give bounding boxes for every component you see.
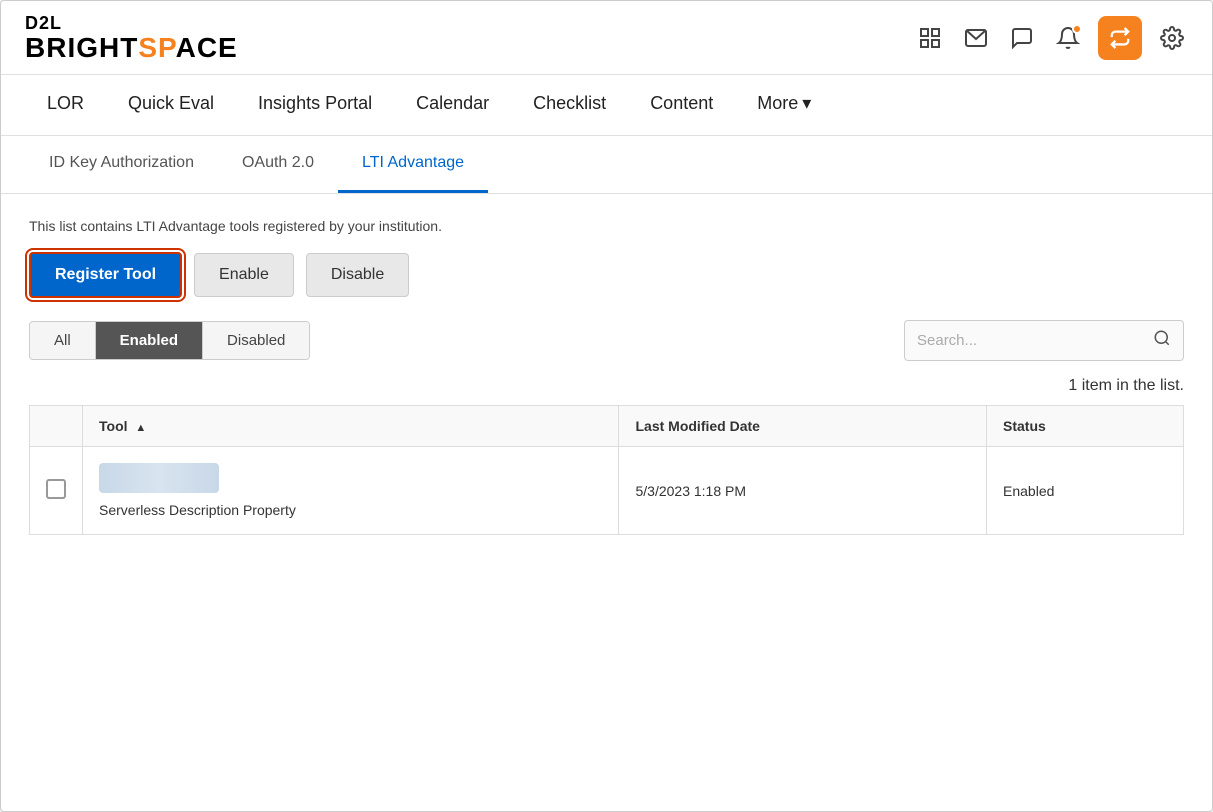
tool-cell: Serverless Description Property [83,447,619,535]
filter-tabs: All Enabled Disabled [29,321,310,360]
logo-brightspace: BRIGHTSPACE [25,34,238,62]
navbar: LOR Quick Eval Insights Portal Calendar … [1,75,1212,136]
list-description: This list contains LTI Advantage tools r… [29,218,1184,234]
subtab-oauth[interactable]: OAuth 2.0 [218,136,338,193]
tool-thumbnail [99,463,219,493]
search-box [904,320,1184,361]
search-input[interactable] [917,332,1153,349]
table-header-last-modified[interactable]: Last Modified Date [619,406,987,447]
nav-item-more[interactable]: More ▾ [735,75,833,135]
search-button[interactable] [1153,329,1171,352]
filter-tab-disabled[interactable]: Disabled [202,322,309,359]
table-header-checkbox [30,406,83,447]
table-header-tool[interactable]: Tool ▲ [83,406,619,447]
tool-name: Serverless Description Property [99,502,602,518]
chat-icon[interactable] [1006,22,1038,54]
nav-item-calendar[interactable]: Calendar [394,75,511,135]
sort-arrow-icon: ▲ [135,422,146,434]
nav-item-lor[interactable]: LOR [25,75,106,135]
enable-button[interactable]: Enable [194,253,294,297]
app-header: D2L BRIGHTSPACE [1,1,1212,75]
header-icons [914,16,1188,60]
filter-tab-enabled[interactable]: Enabled [96,322,202,359]
action-buttons: Register Tool Enable Disable [29,252,1184,298]
filter-row: All Enabled Disabled [29,320,1184,361]
status-cell: Enabled [987,447,1184,535]
notification-dot [1072,24,1082,34]
subtab-lti-advantage[interactable]: LTI Advantage [338,136,488,193]
data-table: Tool ▲ Last Modified Date Status Serverl… [29,405,1184,535]
row-checkbox-cell [30,447,83,535]
row-checkbox[interactable] [46,479,66,499]
grid-icon[interactable] [914,22,946,54]
subtab-id-key[interactable]: ID Key Authorization [25,136,218,193]
nav-item-content[interactable]: Content [628,75,735,135]
disable-button[interactable]: Disable [306,253,409,297]
item-count: 1 item in the list. [29,377,1184,395]
last-modified-cell: 5/3/2023 1:18 PM [619,447,987,535]
chevron-down-icon: ▾ [802,93,811,114]
logo-d2l: D2L [25,13,238,34]
bell-icon[interactable] [1052,22,1084,54]
logo: D2L BRIGHTSPACE [25,13,238,62]
register-tool-button[interactable]: Register Tool [29,252,182,298]
table-header-status[interactable]: Status [987,406,1184,447]
nav-item-quickeval[interactable]: Quick Eval [106,75,236,135]
nav-item-insights[interactable]: Insights Portal [236,75,394,135]
table-row: Serverless Description Property 5/3/2023… [30,447,1184,535]
filter-tab-all[interactable]: All [30,322,96,359]
mail-icon[interactable] [960,22,992,54]
gear-icon[interactable] [1156,22,1188,54]
subtab-bar: ID Key Authorization OAuth 2.0 LTI Advan… [1,136,1212,194]
main-content: This list contains LTI Advantage tools r… [1,194,1212,559]
transfer-icon[interactable] [1098,16,1142,60]
nav-item-checklist[interactable]: Checklist [511,75,628,135]
